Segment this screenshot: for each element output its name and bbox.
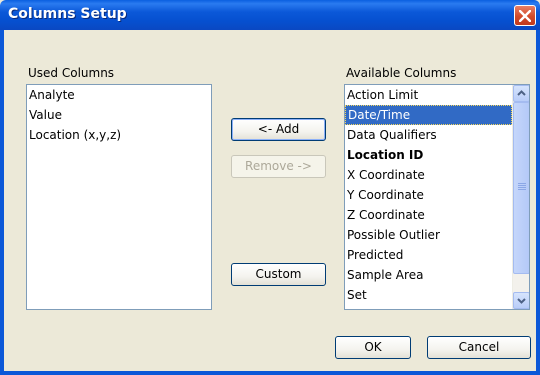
close-button[interactable] <box>514 5 536 26</box>
chevron-down-icon <box>517 298 526 304</box>
close-icon <box>519 10 531 22</box>
scroll-down-button[interactable] <box>513 292 529 309</box>
available-column-item[interactable]: Z Coordinate <box>345 205 512 225</box>
scroll-up-button[interactable] <box>513 85 529 102</box>
window-border-right <box>536 30 540 375</box>
used-columns-label: Used Columns <box>28 66 115 80</box>
used-column-item[interactable]: Value <box>27 105 211 125</box>
available-column-item[interactable]: Location ID <box>345 145 512 165</box>
available-column-item[interactable]: Y Coordinate <box>345 185 512 205</box>
window-border-bottom <box>0 371 540 375</box>
available-column-item[interactable]: Predicted <box>345 245 512 265</box>
available-columns-scrollbar[interactable] <box>512 85 529 309</box>
used-columns-list[interactable]: Analyte Value Location (x,y,z) <box>26 84 212 310</box>
used-column-item[interactable]: Analyte <box>27 85 211 105</box>
chevron-up-icon <box>517 90 526 96</box>
scroll-thumb[interactable] <box>513 102 529 274</box>
available-column-item[interactable]: Sample Area <box>345 265 512 285</box>
available-column-item[interactable]: Possible Outlier <box>345 225 512 245</box>
ok-button[interactable]: OK <box>335 336 411 359</box>
title-bar[interactable]: Columns Setup <box>0 0 540 30</box>
window-title: Columns Setup <box>8 6 127 22</box>
add-button[interactable]: <- Add <box>231 118 326 141</box>
available-column-item[interactable]: Action Limit <box>345 85 512 105</box>
available-column-item[interactable]: X Coordinate <box>345 165 512 185</box>
used-column-item[interactable]: Location (x,y,z) <box>27 125 211 145</box>
available-column-item[interactable]: Data Qualifiers <box>345 125 512 145</box>
available-columns-label: Available Columns <box>346 66 457 80</box>
window-border-left <box>0 30 4 375</box>
cancel-button[interactable]: Cancel <box>427 336 531 359</box>
available-column-item[interactable]: Date/Time <box>345 105 512 125</box>
remove-button[interactable]: Remove -> <box>231 155 326 178</box>
available-column-item[interactable]: Set <box>345 285 512 305</box>
custom-button[interactable]: Custom <box>231 263 326 286</box>
columns-setup-dialog: Columns Setup Used Columns Analyte Value L… <box>0 0 540 375</box>
available-columns-list[interactable]: Action Limit Date/Time Data Qualifiers Loca… <box>344 84 530 310</box>
